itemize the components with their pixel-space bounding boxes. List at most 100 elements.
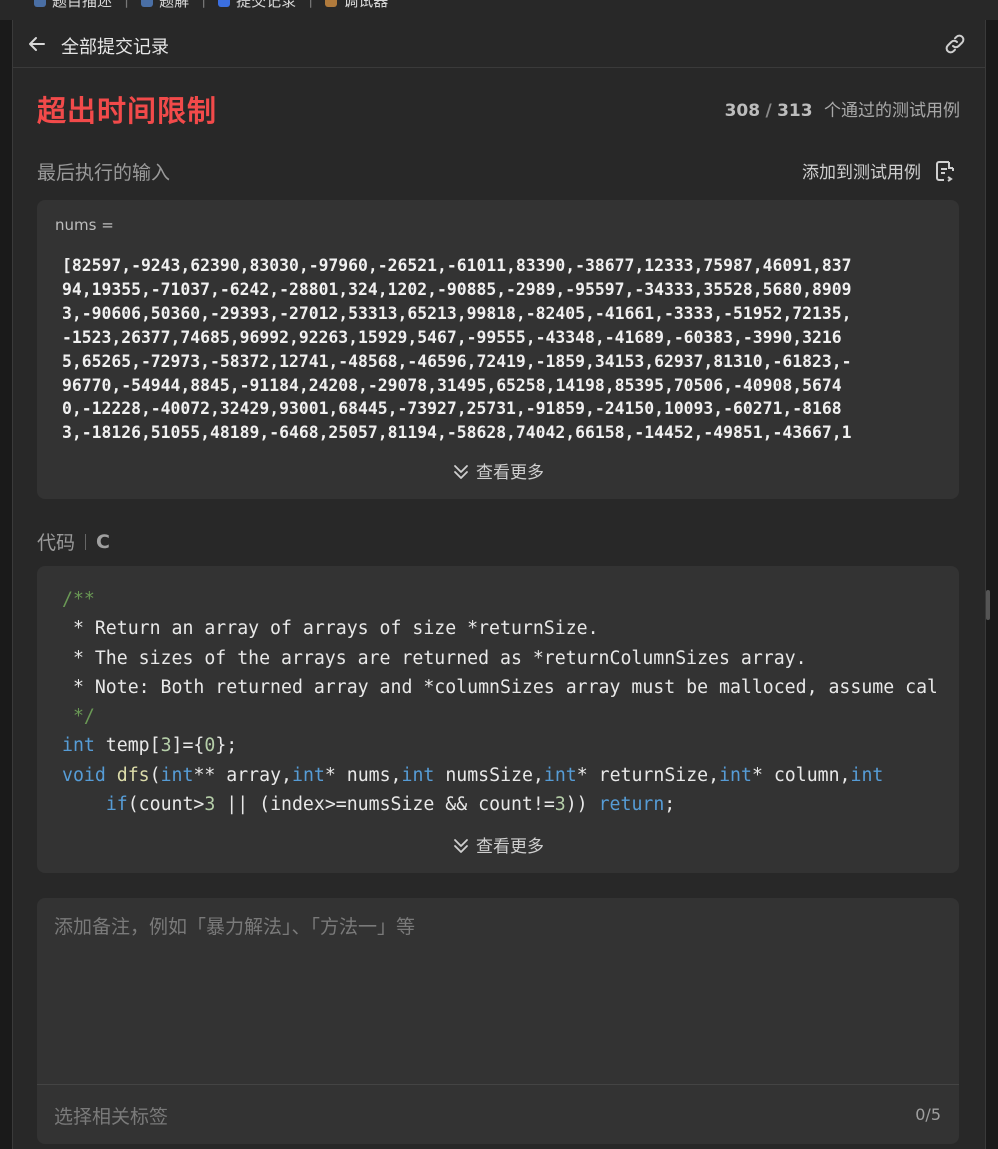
divider <box>85 533 87 550</box>
code-line: /** <box>62 585 936 614</box>
code-token: int <box>160 764 194 786</box>
code-token: 3 <box>160 735 172 757</box>
tab-icon <box>34 0 46 7</box>
passed-label: 个通过的测试用例 <box>824 101 960 121</box>
top-tab[interactable]: 题解 <box>141 0 189 11</box>
code-token: * returnSize, <box>576 764 720 786</box>
input-line: 3,-90606,50360,-29393,-27012,53313,65213… <box>62 303 852 323</box>
code-token: 3 <box>204 794 216 816</box>
submission-panel: 全部提交记录 超出时间限制 308 / 313 个通过的测试用例 最后执行的输入… <box>12 20 986 1149</box>
code-header: 代码 C <box>37 528 110 555</box>
code-block: /** * Return an array of arrays of size … <box>62 585 936 819</box>
code-line: void dfs(int** array,int* nums,int numsS… <box>62 761 936 790</box>
code-line: * Return an array of arrays of size *ret… <box>62 614 936 643</box>
note-input[interactable] <box>37 898 959 1084</box>
show-more-code-button[interactable]: 查看更多 <box>37 832 959 857</box>
code-language: C <box>96 530 110 553</box>
total-count: 313 <box>777 101 813 121</box>
code-token: int <box>292 764 325 786</box>
code-line: int temp[3]={0}; <box>62 731 936 760</box>
code-token: dfs <box>116 764 150 786</box>
tab-icon <box>218 0 231 7</box>
note-footer: 选择相关标签 0/5 <box>37 1084 959 1144</box>
arrow-left-icon[interactable] <box>27 34 47 54</box>
tab-separator: | <box>201 0 206 11</box>
top-tabs: 题目描述 | 题解 | 提交记录 | 调试器 <box>34 0 388 11</box>
code-token: int <box>401 764 435 786</box>
code-token: ** array, <box>193 764 292 786</box>
code-token: int <box>719 764 752 786</box>
add-to-testcase-label: 添加到测试用例 <box>802 163 921 183</box>
code-line: */ <box>62 702 936 731</box>
tab-icon <box>141 0 154 7</box>
input-line: -1523,26377,74685,96992,92263,15929,5467… <box>62 327 842 347</box>
input-line: 0,-12228,-40072,32429,93001,68445,-73927… <box>62 399 842 419</box>
all-submissions-title[interactable]: 全部提交记录 <box>61 33 169 59</box>
code-token: * nums, <box>324 764 402 786</box>
code-token: * Return an array of arrays of size *ret… <box>62 618 599 640</box>
code-token: temp[ <box>94 735 161 757</box>
show-more-input-button[interactable]: 查看更多 <box>37 458 959 483</box>
input-value: [82597,-9243,62390,83030,-97960,-26521,-… <box>62 254 930 445</box>
code-label: 代码 <box>37 532 76 554</box>
result-status: 超出时间限制 <box>37 94 218 128</box>
top-tab[interactable]: 题目描述 <box>34 0 112 11</box>
passed-testcases: 308 / 313 个通过的测试用例 <box>725 96 960 121</box>
code-token: */ <box>62 706 95 728</box>
tag-count: 0/5 <box>915 1105 941 1124</box>
code-token: void <box>62 764 106 786</box>
code-token: }; <box>215 735 238 757</box>
code-token: if <box>105 794 128 816</box>
code-token: * The sizes of the arrays are returned a… <box>62 647 807 669</box>
double-chevron-down-icon <box>454 465 468 479</box>
last-input-label: 最后执行的输入 <box>37 162 171 184</box>
count-separator: / <box>765 101 772 121</box>
code-token: * column, <box>751 764 851 786</box>
input-line: 94,19355,-71037,-6242,-28801,324,1202,-9… <box>62 279 852 299</box>
input-line: 96770,-54944,8845,-91184,24208,-29078,31… <box>62 375 842 395</box>
top-tab-strip: 题目描述 | 题解 | 提交记录 | 调试器 <box>0 0 998 20</box>
tab-label: 题解 <box>159 0 190 10</box>
code-line: * Note: Both returned array and *columnS… <box>62 673 936 702</box>
code-token: 3 <box>554 794 566 816</box>
resize-handle[interactable] <box>986 590 990 620</box>
tab-icon <box>325 0 338 7</box>
code-line: * The sizes of the arrays are returned a… <box>62 644 936 673</box>
code-line: if(count>3 || (index>=numsSize && count!… <box>62 790 936 819</box>
code-token: ( <box>149 764 161 786</box>
variable-name: nums = <box>55 216 114 234</box>
tab-separator: | <box>308 0 313 11</box>
code-token: (count> <box>127 794 205 816</box>
code-token: )) <box>565 794 599 816</box>
panel-header: 全部提交记录 <box>13 20 985 68</box>
input-line: 5,65265,-72973,-58372,12741,-48568,-4659… <box>62 351 852 371</box>
tab-label: 题目描述 <box>52 0 113 10</box>
add-document-icon <box>936 160 954 182</box>
code-token: || (index>=numsSize && count!= <box>215 794 555 816</box>
code-token: * Note: Both returned array and *columnS… <box>72 676 936 698</box>
link-icon[interactable] <box>943 32 967 56</box>
tag-selector[interactable]: 选择相关标签 <box>54 1102 168 1129</box>
code-token: int <box>850 764 884 786</box>
top-tab[interactable]: 提交记录 <box>218 0 296 11</box>
last-input-card: nums = [82597,-9243,62390,83030,-97960,-… <box>37 200 959 499</box>
note-card: 选择相关标签 0/5 <box>37 898 959 1144</box>
code-token: numsSize, <box>434 764 544 786</box>
code-token: /** <box>62 589 95 610</box>
code-token: 0 <box>204 735 216 757</box>
code-card: /** * Return an array of arrays of size … <box>37 566 959 873</box>
code-token: return <box>598 794 665 816</box>
code-token: int <box>543 764 577 786</box>
input-line: [82597,-9243,62390,83030,-97960,-26521,-… <box>62 256 852 275</box>
input-line: 3,-18126,51055,48189,-6468,25057,81194,-… <box>62 423 852 443</box>
top-tab[interactable]: 调试器 <box>325 0 388 11</box>
tab-label: 调试器 <box>343 0 389 10</box>
tab-label: 提交记录 <box>236 0 297 10</box>
double-chevron-down-icon <box>454 839 468 853</box>
code-token: ]={ <box>171 735 205 757</box>
add-to-testcase-button[interactable]: 添加到测试用例 <box>802 158 955 183</box>
passed-count: 308 <box>724 101 761 121</box>
code-token: ; <box>664 794 676 816</box>
